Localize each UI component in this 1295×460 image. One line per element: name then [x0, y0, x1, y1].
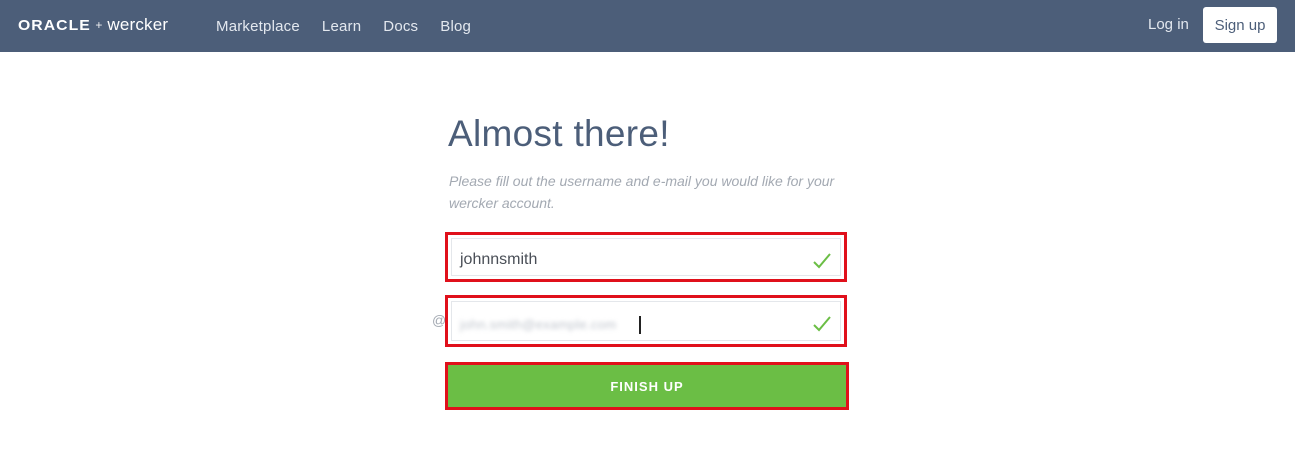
- brand-plus: +: [95, 18, 103, 32]
- nav-blog[interactable]: Blog: [440, 18, 471, 35]
- page-subtitle: Please fill out the username and e-mail …: [449, 173, 835, 211]
- nav-links: Marketplace Learn Docs Blog: [216, 0, 493, 52]
- username-value: johnnsmith: [460, 251, 538, 268]
- nav-learn[interactable]: Learn: [322, 18, 361, 35]
- check-icon: [813, 316, 831, 332]
- username-field[interactable]: johnnsmith: [445, 232, 847, 282]
- email-input[interactable]: john.smith@example.com: [451, 301, 841, 341]
- finish-button-highlight: FINISH UP: [445, 362, 849, 410]
- login-link[interactable]: Log in: [1148, 16, 1189, 33]
- email-field[interactable]: john.smith@example.com: [445, 295, 847, 347]
- username-input[interactable]: johnnsmith: [451, 238, 841, 276]
- check-icon: [813, 253, 831, 269]
- text-caret: [639, 316, 641, 334]
- page-title: Almost there!: [448, 113, 670, 154]
- nav-docs[interactable]: Docs: [383, 18, 418, 35]
- nav-marketplace[interactable]: Marketplace: [216, 18, 300, 35]
- email-value: john.smith@example.com: [460, 317, 617, 332]
- signup-button[interactable]: Sign up: [1203, 7, 1277, 43]
- brand-wercker: wercker: [107, 15, 169, 34]
- oracle-wercker-logo[interactable]: ORACLE + wercker: [18, 14, 168, 36]
- finish-up-button[interactable]: FINISH UP: [448, 365, 846, 407]
- brand-oracle: ORACLE: [18, 16, 91, 34]
- top-navbar: ORACLE + wercker Marketplace Learn Docs …: [0, 0, 1295, 52]
